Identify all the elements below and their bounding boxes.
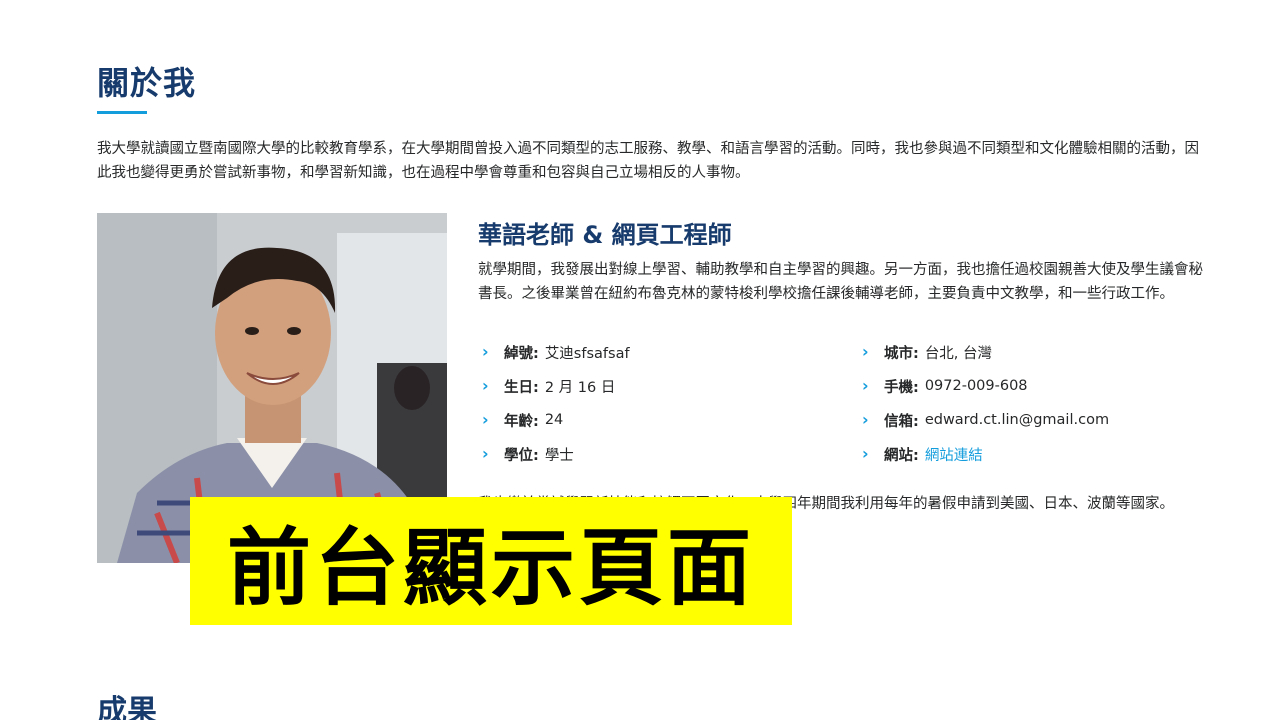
fact-age: › 年齡: 24: [482, 408, 563, 432]
fact-value: 2 月 16 日: [544, 379, 616, 396]
chevron-right-icon: ›: [862, 376, 869, 395]
fact-value: 台北, 台灣: [924, 345, 993, 362]
section-title: 關於我: [97, 58, 196, 104]
role-description: 就學期間，我發展出對線上學習、輔助教學和自主學習的興趣。另一方面，我也擔任過校園…: [478, 262, 1203, 302]
fact-email: › 信箱: edward.ct.lin@gmail.com: [862, 408, 1109, 432]
fact-website: › 網站: 網站連結: [862, 442, 983, 466]
fact-label: 綽號:: [504, 345, 539, 362]
fact-label: 信箱:: [884, 413, 919, 430]
fact-label: 網站:: [884, 447, 919, 464]
results-section-title: 成果: [97, 694, 157, 720]
fact-degree: › 學位: 學士: [482, 442, 574, 466]
chevron-right-icon: ›: [482, 342, 489, 361]
fact-phone: › 手機: 0972-009-608: [862, 374, 1028, 398]
chevron-right-icon: ›: [862, 342, 869, 361]
fact-label: 學位:: [504, 447, 539, 464]
fact-birthday: › 生日: 2 月 16 日: [482, 374, 615, 398]
role-title: 華語老師 & 網頁工程師: [478, 221, 732, 249]
about-content: 華語老師 & 網頁工程師 就學期間，我發展出對線上學習、輔助教學和自主學習的興趣…: [478, 213, 1208, 306]
overlay-banner: 前台顯示頁面: [190, 497, 792, 625]
fact-nickname: › 綽號: 艾迪sfsafsaf: [482, 340, 630, 364]
chevron-right-icon: ›: [862, 410, 869, 429]
fact-label: 城市:: [884, 345, 919, 362]
overlay-banner-text: 前台顯示頁面: [226, 518, 755, 617]
fact-value: 學士: [544, 447, 574, 464]
about-heading: 關於我: [97, 64, 197, 102]
chevron-right-icon: ›: [482, 376, 489, 395]
fact-label: 生日:: [504, 379, 539, 396]
about-intro: 我大學就讀國立暨南國際大學的比較教育學系，在大學期間曾投入過不同類型的志工服務、…: [97, 141, 1199, 181]
website-link[interactable]: 網站連結: [925, 444, 983, 465]
fact-value: 24: [544, 412, 564, 428]
chevron-right-icon: ›: [482, 410, 489, 429]
chevron-right-icon: ›: [482, 444, 489, 463]
chevron-right-icon: ›: [862, 444, 869, 463]
fact-value: edward.ct.lin@gmail.com: [924, 412, 1110, 428]
title-underline: [97, 111, 147, 114]
fact-label: 年齡:: [504, 413, 539, 430]
fact-city: › 城市: 台北, 台灣: [862, 340, 992, 364]
fact-value: 艾迪sfsafsaf: [544, 345, 630, 362]
fact-label: 手機:: [884, 379, 919, 396]
fact-value: 0972-009-608: [924, 378, 1028, 394]
